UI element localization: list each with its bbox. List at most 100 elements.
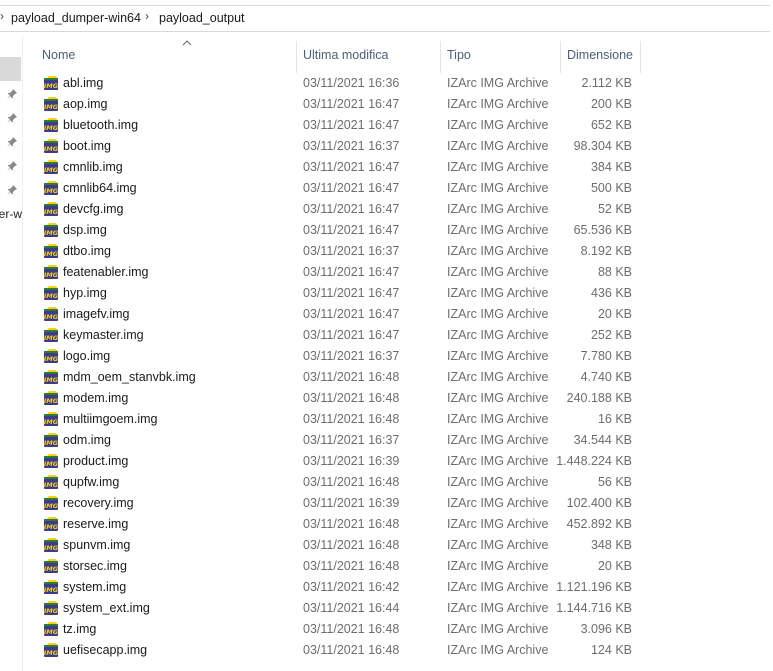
file-row[interactable]: IMG spunvm.img 03/11/2021 16:48 IZArc IM… [0, 535, 773, 556]
file-row[interactable]: IMG odm.img 03/11/2021 16:37 IZArc IMG A… [0, 430, 773, 451]
file-name: aop.img [63, 97, 108, 111]
file-modified: 03/11/2021 16:37 [303, 349, 400, 363]
file-size: 348 KB [590, 538, 632, 552]
svg-text:IMG: IMG [44, 607, 59, 615]
file-row[interactable]: IMG mdm_oem_stanvbk.img 03/11/2021 16:48… [0, 367, 773, 388]
file-row[interactable]: IMG modem.img 03/11/2021 16:48 IZArc IMG… [0, 388, 773, 409]
file-size: 102.400 KB [566, 496, 632, 510]
file-modified: 03/11/2021 16:48 [303, 559, 400, 573]
file-size: 384 KB [590, 160, 632, 174]
file-row[interactable]: IMG bluetooth.img 03/11/2021 16:47 IZArc… [0, 115, 773, 136]
file-type: IZArc IMG Archive [447, 202, 549, 216]
file-row[interactable]: IMG cmnlib64.img 03/11/2021 16:47 IZArc … [0, 178, 773, 199]
column-divider[interactable] [560, 41, 561, 73]
izarc-img-file-icon: IMG [44, 202, 59, 216]
izarc-img-file-icon: IMG [44, 118, 59, 132]
address-bar[interactable]: › payload_dumper-win64 › payload_output [0, 0, 773, 36]
izarc-img-file-icon: IMG [44, 76, 59, 90]
svg-text:IMG: IMG [44, 397, 59, 405]
svg-text:IMG: IMG [44, 460, 59, 468]
file-name: product.img [63, 454, 129, 468]
file-type: IZArc IMG Archive [447, 475, 549, 489]
svg-text:IMG: IMG [44, 439, 59, 447]
file-size: 20 KB [597, 307, 632, 321]
file-size: 200 KB [590, 97, 632, 111]
file-type: IZArc IMG Archive [447, 454, 549, 468]
file-row[interactable]: IMG aop.img 03/11/2021 16:47 IZArc IMG A… [0, 94, 773, 115]
file-modified: 03/11/2021 16:47 [303, 202, 400, 216]
column-divider[interactable] [640, 41, 641, 73]
file-row[interactable]: IMG featenabler.img 03/11/2021 16:47 IZA… [0, 262, 773, 283]
file-modified: 03/11/2021 16:37 [303, 139, 400, 153]
column-header-row: Nome Ultima modifica Tipo Dimensione [22, 36, 773, 73]
column-divider[interactable] [296, 41, 297, 73]
svg-text:IMG: IMG [44, 166, 59, 174]
file-name: bluetooth.img [63, 118, 139, 132]
column-header-name[interactable]: Nome [42, 48, 75, 62]
file-name: cmnlib64.img [63, 181, 137, 195]
file-row[interactable]: IMG abl.img 03/11/2021 16:36 IZArc IMG A… [0, 73, 773, 94]
file-row[interactable]: IMG system.img 03/11/2021 16:42 IZArc IM… [0, 577, 773, 598]
sort-ascending-icon [182, 40, 192, 46]
file-name: featenabler.img [63, 265, 149, 279]
file-row[interactable]: IMG storsec.img 03/11/2021 16:48 IZArc I… [0, 556, 773, 577]
svg-text:IMG: IMG [44, 355, 59, 363]
izarc-img-file-icon: IMG [44, 622, 59, 636]
column-header-type[interactable]: Tipo [447, 48, 471, 62]
svg-text:IMG: IMG [44, 502, 59, 510]
file-name: dtbo.img [63, 244, 111, 258]
file-row[interactable]: IMG imagefv.img 03/11/2021 16:47 IZArc I… [0, 304, 773, 325]
column-header-modified[interactable]: Ultima modifica [303, 48, 388, 62]
file-row[interactable]: IMG recovery.img 03/11/2021 16:39 IZArc … [0, 493, 773, 514]
file-row[interactable]: IMG qupfw.img 03/11/2021 16:48 IZArc IMG… [0, 472, 773, 493]
file-type: IZArc IMG Archive [447, 244, 549, 258]
file-row[interactable]: IMG reserve.img 03/11/2021 16:48 IZArc I… [0, 514, 773, 535]
file-modified: 03/11/2021 16:48 [303, 475, 400, 489]
breadcrumb-item-payload-dumper[interactable]: payload_dumper-win64 [11, 11, 141, 25]
izarc-img-file-icon: IMG [44, 559, 59, 573]
file-modified: 03/11/2021 16:47 [303, 265, 400, 279]
izarc-img-file-icon: IMG [44, 538, 59, 552]
column-divider[interactable] [440, 41, 441, 73]
file-row[interactable]: IMG keymaster.img 03/11/2021 16:47 IZArc… [0, 325, 773, 346]
column-header-size[interactable]: Dimensione [567, 48, 633, 62]
izarc-img-file-icon: IMG [44, 307, 59, 321]
file-row[interactable]: IMG dsp.img 03/11/2021 16:47 IZArc IMG A… [0, 220, 773, 241]
svg-text:IMG: IMG [44, 523, 59, 531]
file-type: IZArc IMG Archive [447, 139, 549, 153]
file-row[interactable]: IMG cmnlib.img 03/11/2021 16:47 IZArc IM… [0, 157, 773, 178]
file-row[interactable]: IMG tz.img 03/11/2021 16:48 IZArc IMG Ar… [0, 619, 773, 640]
izarc-img-file-icon: IMG [44, 265, 59, 279]
file-type: IZArc IMG Archive [447, 370, 549, 384]
file-row[interactable]: IMG logo.img 03/11/2021 16:37 IZArc IMG … [0, 346, 773, 367]
svg-text:IMG: IMG [44, 418, 59, 426]
file-name: tz.img [63, 622, 97, 636]
file-name: modem.img [63, 391, 129, 405]
file-row[interactable]: IMG multiimgoem.img 03/11/2021 16:48 IZA… [0, 409, 773, 430]
file-name: system.img [63, 580, 127, 594]
file-type: IZArc IMG Archive [447, 181, 549, 195]
file-type: IZArc IMG Archive [447, 580, 549, 594]
file-size: 52 KB [597, 202, 632, 216]
svg-text:IMG: IMG [44, 187, 59, 195]
file-row[interactable]: IMG boot.img 03/11/2021 16:37 IZArc IMG … [0, 136, 773, 157]
file-row[interactable]: IMG hyp.img 03/11/2021 16:47 IZArc IMG A… [0, 283, 773, 304]
file-size: 452.892 KB [566, 517, 632, 531]
svg-text:IMG: IMG [44, 208, 59, 216]
file-row[interactable]: IMG devcfg.img 03/11/2021 16:47 IZArc IM… [0, 199, 773, 220]
file-type: IZArc IMG Archive [447, 160, 549, 174]
file-type: IZArc IMG Archive [447, 286, 549, 300]
file-name: abl.img [63, 76, 104, 90]
file-size: 252 KB [590, 328, 632, 342]
breadcrumb-separator: › [0, 9, 4, 23]
breadcrumb-item-payload-output[interactable]: payload_output [159, 11, 245, 25]
file-type: IZArc IMG Archive [447, 517, 549, 531]
file-row[interactable]: IMG uefisecapp.img 03/11/2021 16:48 IZAr… [0, 640, 773, 661]
file-row[interactable]: IMG product.img 03/11/2021 16:39 IZArc I… [0, 451, 773, 472]
file-row[interactable]: IMG system_ext.img 03/11/2021 16:44 IZAr… [0, 598, 773, 619]
file-row[interactable]: IMG dtbo.img 03/11/2021 16:37 IZArc IMG … [0, 241, 773, 262]
file-modified: 03/11/2021 16:37 [303, 433, 400, 447]
file-type: IZArc IMG Archive [447, 265, 549, 279]
izarc-img-file-icon: IMG [44, 97, 59, 111]
file-modified: 03/11/2021 16:48 [303, 370, 400, 384]
